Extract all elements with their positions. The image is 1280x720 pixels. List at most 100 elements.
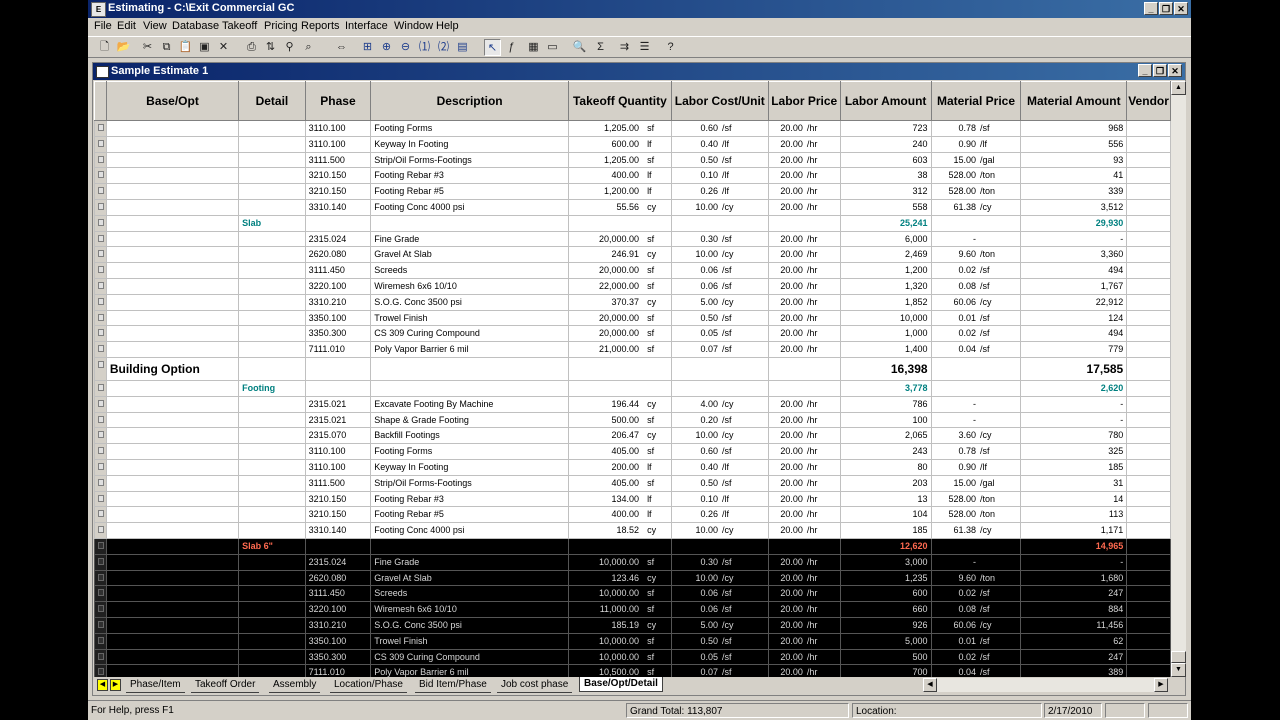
phase-cell[interactable]: 2315.024 <box>304 553 372 571</box>
material-amount-cell[interactable]: - <box>1020 230 1128 248</box>
description-cell[interactable]: Poly Vapor Barrier 6 mil <box>370 664 569 677</box>
labor-price-cell[interactable]: 20.00/hr <box>767 427 841 445</box>
empty-cell[interactable] <box>767 356 841 381</box>
detail-cell[interactable] <box>238 585 306 603</box>
option-labor-total[interactable]: 16,398 <box>839 356 932 381</box>
material-price-cell[interactable]: 61.38/cy <box>930 522 1022 539</box>
material-amount-cell[interactable]: 124 <box>1020 309 1128 327</box>
takeoff-quantity-cell[interactable]: 18.52 cy <box>567 522 672 539</box>
labor-cost-unit-cell[interactable]: 0.60/sf <box>670 443 769 460</box>
labor-amount-cell[interactable]: 1,000 <box>839 325 932 343</box>
empty-cell[interactable] <box>567 537 672 555</box>
detail-cell[interactable] <box>238 395 306 413</box>
row-selector-box[interactable] <box>98 218 104 226</box>
labor-cost-unit-cell[interactable]: 5.00/cy <box>670 293 769 311</box>
labor-price-cell[interactable]: 20.00/hr <box>767 293 841 311</box>
base-opt-cell[interactable] <box>105 395 240 413</box>
labor-price-cell[interactable]: 20.00/hr <box>767 198 841 216</box>
phase-cell[interactable]: 3310.210 <box>304 616 372 634</box>
material-amount-cell[interactable]: 93 <box>1020 151 1128 169</box>
row-selector[interactable] <box>94 585 107 603</box>
row-selector[interactable] <box>94 648 107 666</box>
group-row[interactable]: Slab 25,241 29,930 <box>94 214 1171 232</box>
base-opt-cell[interactable] <box>105 569 240 587</box>
detail-cell[interactable] <box>238 601 306 618</box>
base-opt-cell[interactable] <box>105 490 240 508</box>
takeoff-quantity-cell[interactable]: 20,000.00 sf <box>567 309 672 327</box>
row-selector-box[interactable] <box>98 510 104 518</box>
vendor-cell[interactable] <box>1126 664 1171 677</box>
base-opt-cell[interactable] <box>105 411 240 429</box>
sort-levels-icon[interactable]: ☰ <box>636 39 653 56</box>
labor-amount-cell[interactable]: 240 <box>839 135 932 153</box>
base-opt-cell[interactable] <box>105 309 240 327</box>
material-price-cell[interactable]: 0.08/sf <box>930 601 1022 618</box>
row-selector[interactable] <box>94 616 107 634</box>
base-opt-cell[interactable] <box>105 648 240 666</box>
minimize-button[interactable]: _ <box>1144 2 1158 15</box>
tab-next-icon[interactable]: ▶ <box>110 679 121 691</box>
phase-cell[interactable]: 3210.150 <box>304 506 372 524</box>
row-selector-box[interactable] <box>98 234 104 242</box>
menu-window[interactable]: Window <box>394 20 433 32</box>
row-selector[interactable] <box>94 569 107 587</box>
vendor-cell[interactable] <box>1126 120 1171 137</box>
description-cell[interactable]: Strip/Oil Forms-Footings <box>370 151 569 169</box>
labor-amount-cell[interactable]: 38 <box>839 167 932 185</box>
vendor-cell[interactable] <box>1126 214 1171 232</box>
tab-location-phase[interactable]: Location/Phase <box>330 678 407 693</box>
tab-job-cost-phase[interactable]: Job cost phase <box>497 678 573 693</box>
detail-cell[interactable] <box>238 151 306 169</box>
table-row[interactable]: 3210.150 Footing Rebar #3 134.00 lf 0.10/lf 2… <box>94 490 1171 508</box>
base-opt-cell[interactable] <box>105 443 240 460</box>
description-cell[interactable]: Wiremesh 6x6 10/10 <box>370 277 569 295</box>
takeoff-quantity-cell[interactable]: 10,000.00 sf <box>567 632 672 650</box>
row-selector[interactable] <box>94 341 107 358</box>
labor-price-cell[interactable]: 20.00/hr <box>767 474 841 492</box>
row-selector-box[interactable] <box>98 187 104 195</box>
description-cell[interactable]: Screeds <box>370 585 569 603</box>
phase-cell[interactable]: 7111.010 <box>304 341 372 358</box>
table-row[interactable]: 3310.210 S.O.G. Conc 3500 psi 370.37 cy 5.00… <box>94 293 1171 311</box>
row-selector-box[interactable] <box>98 139 104 147</box>
labor-amount-cell[interactable]: 1,320 <box>839 277 932 295</box>
labor-price-cell[interactable]: 20.00/hr <box>767 569 841 587</box>
table-row[interactable]: 3111.500 Strip/Oil Forms-Footings 405.00 sf… <box>94 474 1171 492</box>
base-opt-cell[interactable] <box>105 277 240 295</box>
labor-amount-cell[interactable]: 1,400 <box>839 341 932 358</box>
row-selector[interactable] <box>94 632 107 650</box>
base-opt-cell[interactable] <box>105 183 240 200</box>
description-cell[interactable]: Footing Forms <box>370 120 569 137</box>
detail-cell[interactable] <box>238 309 306 327</box>
row-selector-box[interactable] <box>98 155 104 163</box>
vendor-cell[interactable] <box>1126 474 1171 492</box>
empty-cell[interactable] <box>304 537 372 555</box>
base-opt-cell[interactable] <box>105 135 240 153</box>
labor-amount-cell[interactable]: 5,000 <box>839 632 932 650</box>
row-selector-box[interactable] <box>98 557 104 565</box>
row-selector-box[interactable] <box>98 636 104 644</box>
labor-price-cell[interactable]: 20.00/hr <box>767 135 841 153</box>
phase-cell[interactable]: 2620.080 <box>304 569 372 587</box>
labor-price-cell[interactable]: 20.00/hr <box>767 443 841 460</box>
row-selector[interactable] <box>94 246 107 264</box>
phase-cell[interactable]: 3210.150 <box>304 167 372 185</box>
menu-interface[interactable]: Interface <box>345 20 388 32</box>
labor-amount-cell[interactable]: 6,000 <box>839 230 932 248</box>
row-selector-box[interactable] <box>98 171 104 179</box>
row-selector[interactable] <box>94 262 107 279</box>
phase-cell[interactable]: 2315.021 <box>304 411 372 429</box>
vendor-cell[interactable] <box>1126 356 1171 381</box>
phase-cell[interactable]: 3110.100 <box>304 135 372 153</box>
row-selector[interactable] <box>94 293 107 311</box>
labor-amount-cell[interactable]: 80 <box>839 458 932 476</box>
base-opt-cell[interactable] <box>105 325 240 343</box>
base-opt-cell[interactable] <box>105 585 240 603</box>
detail-cell[interactable] <box>238 135 306 153</box>
row-selector[interactable] <box>94 506 107 524</box>
table-row[interactable]: 2315.021 Excavate Footing By Machine 196.4… <box>94 395 1171 413</box>
row-selector-box[interactable] <box>98 202 104 210</box>
labor-amount-cell[interactable]: 104 <box>839 506 932 524</box>
material-price-cell[interactable]: 528.00/ton <box>930 506 1022 524</box>
vendor-cell[interactable] <box>1126 135 1171 153</box>
